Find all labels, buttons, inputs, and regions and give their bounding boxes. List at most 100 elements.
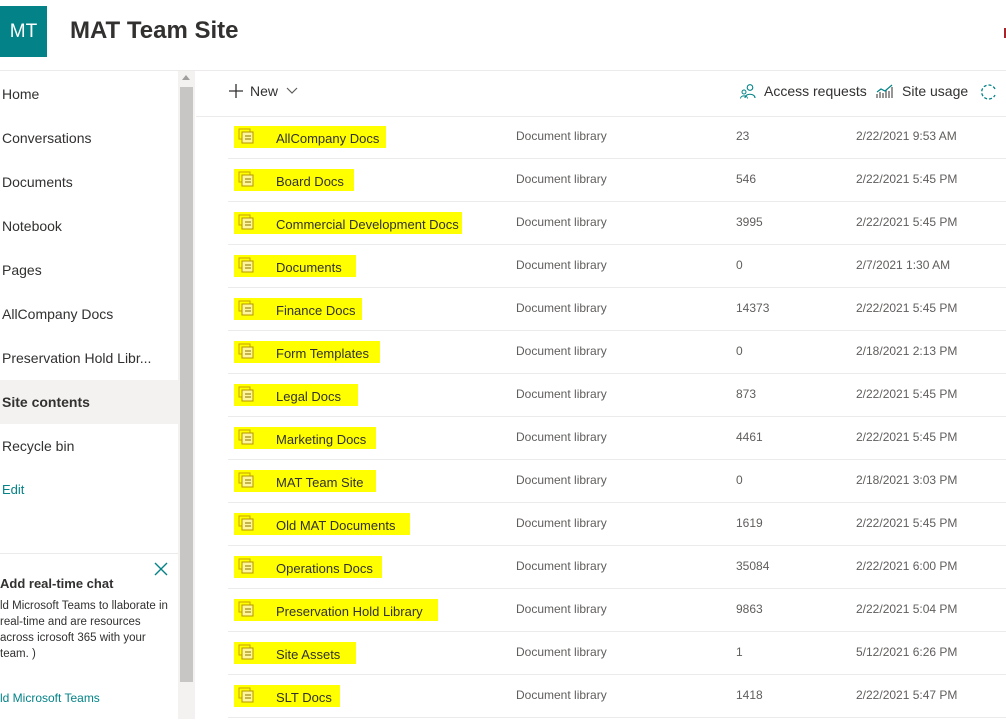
nav-item-home[interactable]: Home xyxy=(0,72,178,116)
list-row-type: Document library xyxy=(516,215,607,229)
list-row-item-count: 1619 xyxy=(736,516,763,530)
list-row-item-count: 14373 xyxy=(736,301,770,315)
nav-item-label: Site contents xyxy=(2,394,90,410)
document-library-icon xyxy=(238,644,256,665)
list-row-name[interactable]: Preservation Hold Library xyxy=(276,604,423,619)
list-row[interactable]: Commercial Development Docs Document libr… xyxy=(228,202,1006,245)
nav-scrollbar[interactable] xyxy=(178,71,195,719)
list-row-name[interactable]: Board Docs xyxy=(276,174,344,189)
list-row-name[interactable]: SLT Docs xyxy=(276,690,332,705)
list-row-modified: 2/22/2021 9:53 AM xyxy=(856,129,957,143)
command-bar: New Access requests Site usage xyxy=(196,71,1006,117)
nav-item-label: AllCompany Docs xyxy=(2,306,114,322)
site-title[interactable]: MAT Team Site xyxy=(70,17,238,45)
list-row-modified: 2/22/2021 5:47 PM xyxy=(856,688,958,702)
people-icon xyxy=(740,84,756,99)
list-row-name[interactable]: Legal Docs xyxy=(276,389,341,404)
list-row[interactable]: Old MAT Documents Document library 1619 2/2… xyxy=(228,503,1006,546)
list-row-name[interactable]: Site Assets xyxy=(276,647,340,662)
list-row-type: Document library xyxy=(516,473,607,487)
list-row-type: Document library xyxy=(516,559,607,573)
list-row[interactable]: SLT Docs Document library 1418 2/22/2021 5:… xyxy=(228,675,1006,718)
list-row-modified: 2/18/2021 3:03 PM xyxy=(856,473,958,487)
document-library-icon xyxy=(238,558,256,579)
list-row-modified: 2/7/2021 1:30 AM xyxy=(856,258,951,272)
list-row[interactable]: Preservation Hold Library Document librar… xyxy=(228,589,1006,632)
document-library-icon xyxy=(238,257,256,278)
document-library-icon xyxy=(238,601,256,622)
list-row[interactable]: Form Templates Document library 0 2/18/2021… xyxy=(228,331,1006,374)
teams-chat-panel: Add real-time chat ld Microsoft Teams to… xyxy=(0,553,178,720)
list-row[interactable]: Documents Document library 0 2/7/2021 1:30 … xyxy=(228,245,1006,288)
list-row[interactable]: MAT Team Site Document library 0 2/18/2021 … xyxy=(228,460,1006,503)
list-row[interactable]: Site Assets Document library 1 5/12/2021 6:… xyxy=(228,632,1006,675)
list-row[interactable]: Operations Docs Document library 35084 2/22… xyxy=(228,546,1006,589)
list-row[interactable]: Board Docs Document library 546 2/22/2021 5… xyxy=(228,159,1006,202)
list-row-name[interactable]: Old MAT Documents xyxy=(276,518,395,533)
list-row-type: Document library xyxy=(516,344,607,358)
close-icon[interactable] xyxy=(154,562,168,576)
site-usage-label: Site usage xyxy=(902,83,969,99)
scroll-thumb[interactable] xyxy=(180,87,193,682)
document-library-icon xyxy=(238,687,256,708)
chevron-down-icon xyxy=(286,87,298,94)
nav-item-recycle-bin[interactable]: Recycle bin xyxy=(0,424,178,468)
site-usage-button[interactable]: Site usage xyxy=(876,83,968,99)
nav-item-notebook[interactable]: Notebook xyxy=(0,204,178,248)
document-library-icon xyxy=(238,214,256,235)
add-teams-link[interactable]: ld Microsoft Teams xyxy=(0,691,100,705)
nav-item-preservation-hold-library[interactable]: Preservation Hold Libr... xyxy=(0,336,178,380)
list-row[interactable]: AllCompany Docs Document library 23 2/22/20… xyxy=(228,116,1006,159)
nav-edit-link[interactable]: Edit xyxy=(2,482,24,497)
list-row-name[interactable]: Finance Docs xyxy=(276,303,355,318)
list-row-modified: 2/18/2021 2:13 PM xyxy=(856,344,958,358)
document-library-icon xyxy=(238,472,256,493)
nav-item-label: Home xyxy=(2,86,40,102)
new-button-label: New xyxy=(250,83,279,99)
list-row[interactable]: Marketing Docs Document library 4461 2/22/2… xyxy=(228,417,1006,460)
nav-item-label: Documents xyxy=(2,174,73,190)
list-row-modified: 2/22/2021 5:45 PM xyxy=(856,516,958,530)
list-row-name[interactable]: MAT Team Site xyxy=(276,475,363,490)
list-row-item-count: 4461 xyxy=(736,430,763,444)
list-row-modified: 2/22/2021 5:45 PM xyxy=(856,301,958,315)
scroll-up-arrow-icon[interactable] xyxy=(182,75,190,80)
list-row-type: Document library xyxy=(516,387,607,401)
list-row-name[interactable]: AllCompany Docs xyxy=(276,131,379,146)
list-row-modified: 5/12/2021 6:26 PM xyxy=(856,645,958,659)
list-row[interactable]: Finance Docs Document library 14373 2/22/20… xyxy=(228,288,1006,331)
nav-item-conversations[interactable]: Conversations xyxy=(0,116,178,160)
document-library-icon xyxy=(238,515,256,536)
list-row-name[interactable]: Commercial Development Docs xyxy=(276,217,459,232)
list-row-name[interactable]: Documents xyxy=(276,260,342,275)
new-button[interactable]: New xyxy=(228,83,305,99)
list-row-modified: 2/22/2021 5:04 PM xyxy=(856,602,958,616)
nav-item-documents[interactable]: Documents xyxy=(0,160,178,204)
list-row-type: Document library xyxy=(516,258,607,272)
list-row-name[interactable]: Operations Docs xyxy=(276,561,373,576)
list-row-modified: 2/22/2021 6:00 PM xyxy=(856,559,958,573)
list-row-item-count: 1418 xyxy=(736,688,763,702)
site-header: MT MAT Team Site xyxy=(0,0,1006,71)
access-requests-button[interactable]: Access requests xyxy=(740,83,867,99)
list-row-name[interactable]: Marketing Docs xyxy=(276,432,366,447)
list-row-item-count: 873 xyxy=(736,387,757,401)
nav-item-pages[interactable]: Pages xyxy=(0,248,178,292)
chart-icon xyxy=(876,84,893,98)
refresh-icon[interactable] xyxy=(980,83,998,101)
list-row-type: Document library xyxy=(516,129,607,143)
list-row-name[interactable]: Form Templates xyxy=(276,346,369,361)
document-library-icon xyxy=(238,128,256,149)
list-row-type: Document library xyxy=(516,430,607,444)
site-contents-list: AllCompany Docs Document library 23 2/22/20… xyxy=(228,116,1006,718)
nav-item-site-contents[interactable]: Site contents xyxy=(0,380,178,424)
list-row-item-count: 9863 xyxy=(736,602,763,616)
document-library-icon xyxy=(238,429,256,450)
site-logo[interactable]: MT xyxy=(0,6,47,57)
list-row-item-count: 0 xyxy=(736,473,743,487)
list-row-type: Document library xyxy=(516,301,607,315)
list-row[interactable]: Legal Docs Document library 873 2/22/2021 5… xyxy=(228,374,1006,417)
list-row-item-count: 0 xyxy=(736,258,743,272)
document-library-icon xyxy=(238,343,256,364)
nav-item-allcompany-docs[interactable]: AllCompany Docs xyxy=(0,292,178,336)
